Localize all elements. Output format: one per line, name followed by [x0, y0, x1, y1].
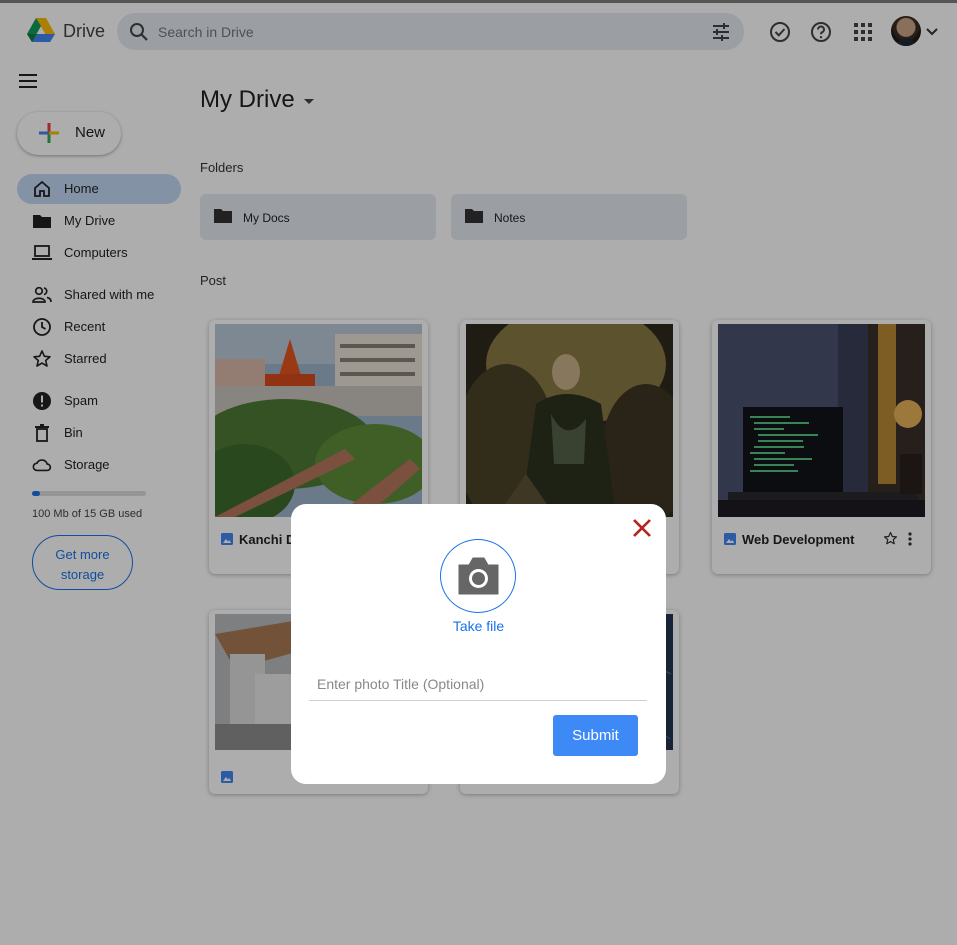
submit-button[interactable]: Submit [553, 715, 638, 756]
photo-title-input[interactable] [309, 668, 647, 701]
take-file-button[interactable] [440, 539, 516, 613]
camera-icon [458, 557, 499, 595]
take-file-label[interactable]: Take file [291, 618, 666, 634]
close-icon[interactable] [631, 517, 653, 539]
modal-backdrop[interactable] [0, 3, 957, 945]
upload-dialog: Take file Submit [291, 504, 666, 784]
